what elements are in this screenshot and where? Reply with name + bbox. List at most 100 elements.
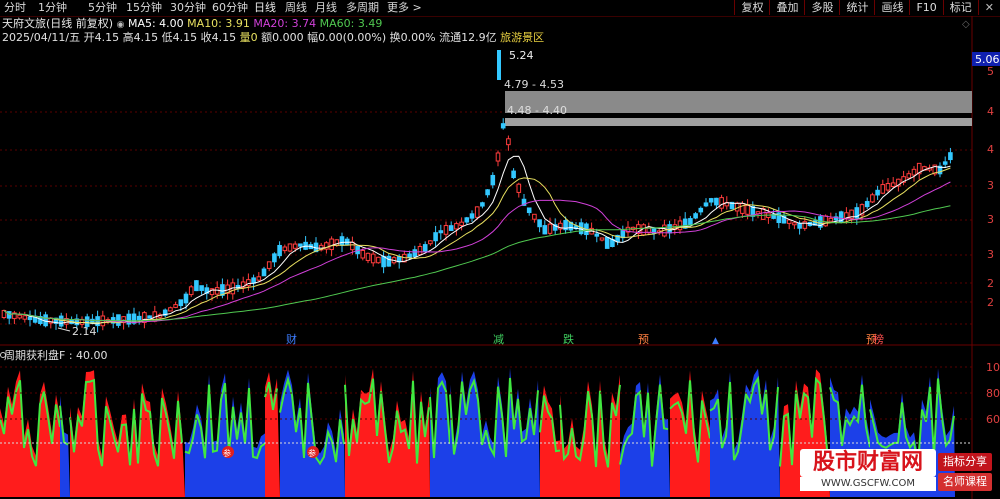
candle-body: [542, 225, 548, 235]
event-marker-list[interactable]: 榜: [873, 332, 884, 346]
candle-body: [173, 304, 178, 308]
candle-body: [22, 315, 28, 320]
candle-body: [760, 208, 766, 220]
event-marker-finance[interactable]: 财: [286, 332, 297, 346]
indicator-title: 周期获利盘F : 40.00: [4, 348, 108, 362]
candle-body: [948, 152, 953, 161]
resistance-zone-1: [505, 91, 972, 113]
candle-body: [370, 253, 376, 264]
candle-body: [677, 220, 683, 231]
candle-body: [459, 221, 464, 226]
candle-body: [880, 184, 886, 194]
candle-body: [500, 123, 506, 129]
candle-body: [266, 261, 272, 269]
candle-body: [532, 213, 537, 220]
candle-body: [708, 198, 714, 203]
candle-body: [474, 206, 480, 218]
candle-body: [448, 225, 454, 231]
candle-body: [381, 255, 386, 268]
candle-body: [277, 244, 282, 257]
diamond-icon[interactable]: ◇: [962, 19, 970, 30]
candle-body: [6, 311, 12, 319]
candle-body: [688, 218, 693, 226]
low-pointer: [57, 327, 71, 332]
candle-body: [480, 202, 485, 207]
candle-body: [890, 182, 896, 188]
price-tick: 4: [987, 105, 994, 118]
candle-body: [256, 276, 262, 281]
candle-body: [433, 232, 438, 242]
candle-body: [287, 243, 293, 252]
event-marker-up[interactable]: ▲: [712, 336, 719, 346]
ma20-line: [3, 181, 951, 323]
candle-body: [417, 246, 423, 255]
candle-body: [199, 285, 204, 291]
candle-body: [641, 224, 646, 236]
candle-body: [526, 207, 532, 214]
candle-body: [376, 256, 381, 264]
candle-body: [786, 219, 792, 224]
share-badge[interactable]: 指标分享: [938, 453, 992, 471]
candle-body: [407, 253, 412, 258]
candle-body: [828, 217, 834, 222]
candle-body: [178, 299, 184, 307]
resistance-zone-2: [505, 118, 972, 126]
candle-body: [438, 230, 444, 234]
candle-body: [136, 315, 142, 321]
candle-body: [875, 189, 880, 196]
price-tick: 2: [987, 277, 994, 290]
candle-body: [272, 253, 277, 263]
indicator-tick: 80: [986, 387, 1000, 400]
candle-body: [412, 249, 418, 257]
candle-body: [116, 314, 121, 326]
candle-body: [329, 238, 334, 251]
candle-body: [464, 217, 470, 223]
price-tick: 3: [987, 213, 994, 226]
candle-body: [537, 219, 542, 228]
candle-body: [864, 201, 870, 208]
candle-body: [386, 255, 392, 267]
candle-body: [396, 256, 402, 263]
event-marker-drop[interactable]: 跌: [563, 332, 574, 346]
candle-body: [365, 252, 371, 261]
candle-body: [942, 161, 948, 165]
zone1-label: 4.79 - 4.53: [504, 78, 564, 91]
candle-body: [168, 307, 173, 312]
candle-body: [516, 183, 522, 193]
candle-body: [194, 280, 199, 292]
zone2-label: 4.48 - 4.40: [507, 104, 567, 117]
indicator-axis: 100 80 60: [986, 361, 1000, 426]
candle-body: [547, 223, 553, 234]
price-tick: 3: [987, 179, 994, 192]
candle-body: [698, 207, 704, 213]
brand-url: WWW.GSCFW.COM: [800, 477, 936, 491]
candle-body: [495, 152, 501, 162]
candle-body: [745, 205, 750, 215]
ma5-line: [3, 155, 951, 325]
candle-body: [454, 223, 459, 230]
candle-body: [282, 246, 288, 252]
price-tick: 4: [987, 143, 994, 156]
candle-body: [360, 249, 366, 259]
marker-badge-text: 参: [308, 448, 316, 458]
candle-body: [719, 197, 724, 209]
brand-watermark: 股市财富网: [800, 449, 936, 477]
candle-body: [620, 230, 626, 239]
marker-badge-text: 参: [223, 448, 231, 458]
candle-body: [443, 225, 449, 235]
candle-body: [511, 170, 516, 179]
candle-body: [183, 293, 189, 304]
ma-lines: [3, 155, 951, 325]
candle-body: [911, 168, 917, 176]
price-tick: 3: [987, 248, 994, 261]
candle-body: [594, 233, 600, 237]
event-marker-forecast[interactable]: 预: [638, 333, 649, 346]
event-marker-reduce[interactable]: 减: [493, 333, 504, 346]
chart-canvas[interactable]: 5.24 4.79 - 4.53 4.48 - 4.40 2.14 5.06 5…: [0, 0, 1000, 499]
course-badge[interactable]: 名师课程: [938, 473, 992, 491]
candle-body: [58, 315, 64, 327]
candle-body: [188, 286, 194, 296]
candle-body: [292, 243, 298, 249]
ma10-line: [3, 167, 951, 324]
candle-body: [604, 236, 610, 249]
